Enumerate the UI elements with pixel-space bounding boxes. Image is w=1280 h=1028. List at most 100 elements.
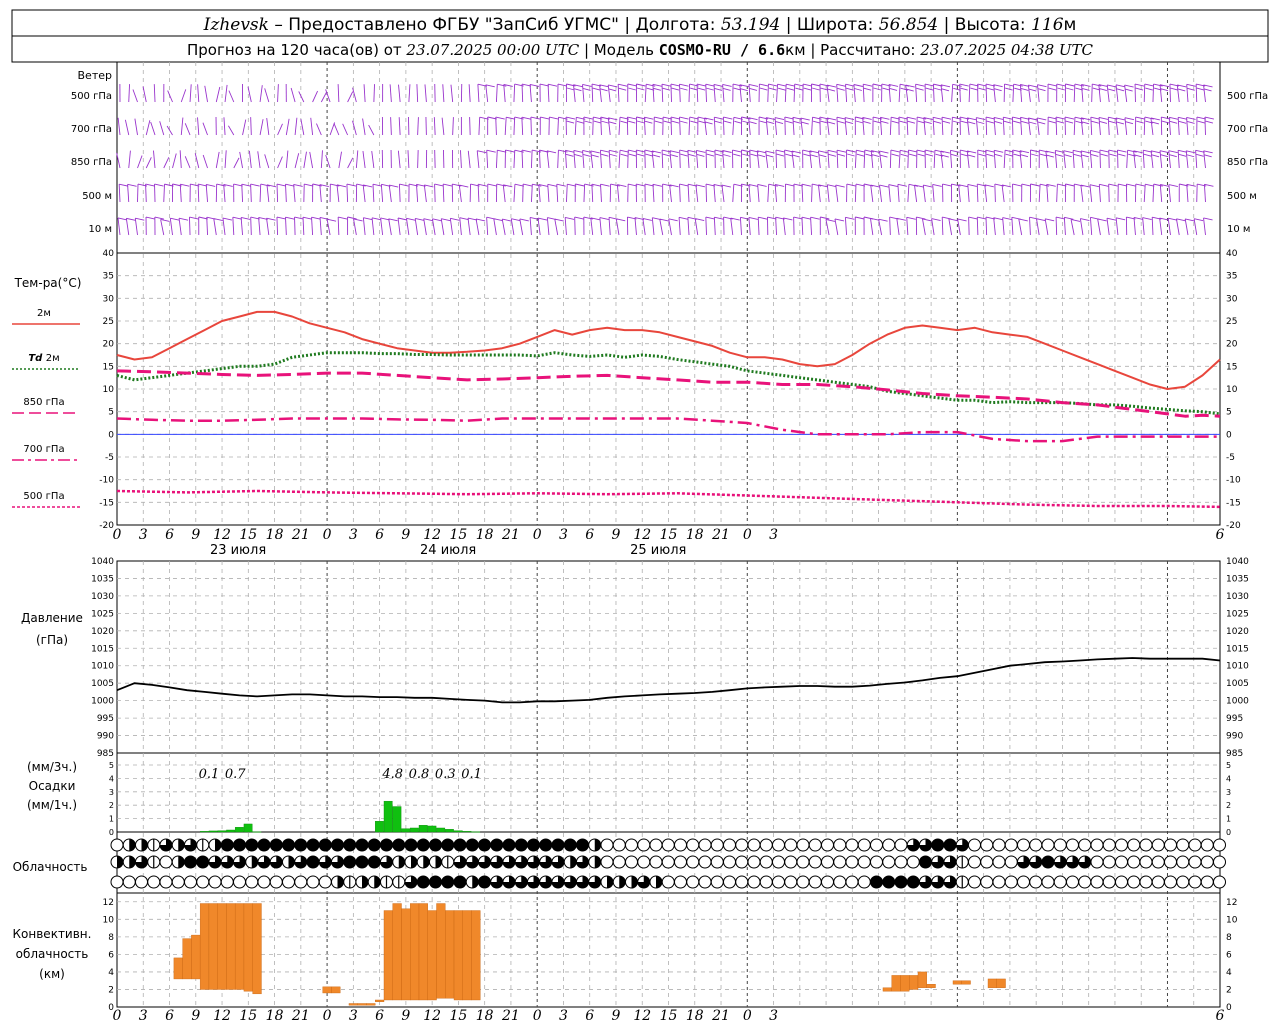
wind-barb-feather [801,118,810,120]
wind-barb-feather [766,155,773,157]
wind-barb-staff [977,184,978,202]
wind-barb-feather [1090,150,1099,152]
wind-barb-staff [1187,184,1188,202]
cloud-symbol [1189,876,1201,888]
wind-barb-staff [1134,217,1135,235]
wind-barb-staff [722,185,724,202]
wind-barb-staff [146,120,150,135]
hour-tick-label: 15 [239,1008,257,1024]
wind-barb-feather [977,217,986,219]
header-lat-value: 56.854 [879,15,938,35]
wind-barb-staff [1151,118,1153,135]
cloud-symbol [760,839,772,851]
cloud-symbol [307,839,319,851]
wind-barb-staff [810,151,812,168]
cloud-symbol [552,839,564,851]
temp-tick-label-left: 5 [108,408,114,418]
pressure-tick-label-left: 990 [97,732,114,742]
wind-barb-staff [286,184,287,202]
wind-barb-staff [443,84,444,102]
wind-barb-staff [837,150,838,168]
cloud-symbol [809,856,821,868]
conv-bar [393,904,402,1000]
cloud-symbol [528,839,540,851]
wind-barb-feather [811,84,820,86]
wind-barb-feather [750,154,757,156]
wind-barb-feather [1057,84,1066,86]
cloud-symbol [601,839,613,851]
wind-barb-staff [223,218,225,235]
hour-tick-label: 0 [533,1008,542,1024]
wind-barb-feather [303,217,312,219]
wind-barb-staff [1030,217,1031,235]
header-forecast-date: 23.07.2025 00:00 UTC [405,41,579,59]
cloud-symbol [332,839,344,851]
wind-barb-feather [787,88,794,90]
wind-barb-feather [892,154,899,156]
cloud-symbol [295,876,307,888]
wind-barb-feather [943,184,952,186]
conv-tick-label-left: 6 [108,950,114,960]
wind-barb-staff [242,184,243,202]
cloud-symbol [1030,876,1042,888]
wind-barb-staff [574,150,575,168]
wind-barb-feather [1036,219,1045,221]
cloud-symbol [907,856,919,868]
wind-barb-staff [714,117,715,135]
wind-barb-feather [916,88,923,90]
wind-barb-staff [522,84,523,102]
wind-barb-feather [1187,117,1196,119]
cloud-symbol [405,839,417,851]
wind-barb-feather [487,150,496,152]
wind-barb-staff [952,117,953,135]
wind-barb-feather [179,218,188,220]
wind-barb-feather [486,85,495,87]
cloud-symbol [344,839,356,851]
wind-barb-feather [706,150,715,152]
cloud-symbol [417,839,429,851]
temp-tick-label-right: 25 [1226,317,1237,327]
hour-tick-label: 6 [585,527,594,543]
wind-barb-feather [758,217,767,219]
precip-tick-label-left: 0 [109,828,114,837]
pressure-line [117,658,1220,702]
wind-barb-feather [854,89,861,91]
wind-barb-staff [557,184,558,202]
cloud-symbol [1189,856,1201,868]
cloud-symbol-mark [632,876,638,888]
wind-barb-staff [749,184,750,202]
wind-barb-staff [372,218,374,235]
wind-level-label-right: 10 м [1227,224,1250,235]
wind-barb-feather [1037,85,1046,87]
pressure-title: Давление [21,611,83,625]
wind-barb-feather [795,84,804,86]
wind-barb-staff [548,184,549,202]
cloud-symbol [981,856,993,868]
wind-barb-feather [575,217,584,219]
wind-barb-staff [1144,184,1145,202]
wind-barb-feather [1170,121,1177,123]
conv-tick-label-left: 8 [108,933,114,943]
cloud-symbol [1116,876,1128,888]
wind-barb-feather [637,154,644,156]
wind-barb-feather [1117,89,1124,91]
wind-barb-feather [1099,117,1108,119]
wind-barb-feather [234,184,243,186]
wind-barb-feather [520,219,529,221]
conv-bar [235,904,244,990]
wind-barb-feather [223,218,232,220]
cloud-symbol [834,856,846,868]
wind-barb-feather [778,88,785,90]
wind-barb-feather [942,89,949,91]
wind-barb-feather [1178,117,1187,119]
wind-barb-feather [1107,218,1116,220]
wind-barb-feather [155,217,164,219]
wind-barb-staff [644,117,645,135]
cloud-symbol [393,839,405,851]
wind-barb-feather [654,117,663,119]
wind-barb-feather [406,218,415,220]
conv-title-1: Конвективн. [13,927,92,941]
wind-barb-staff [229,91,234,102]
wind-barb-staff [425,84,426,102]
wind-barb-feather [1134,217,1143,219]
